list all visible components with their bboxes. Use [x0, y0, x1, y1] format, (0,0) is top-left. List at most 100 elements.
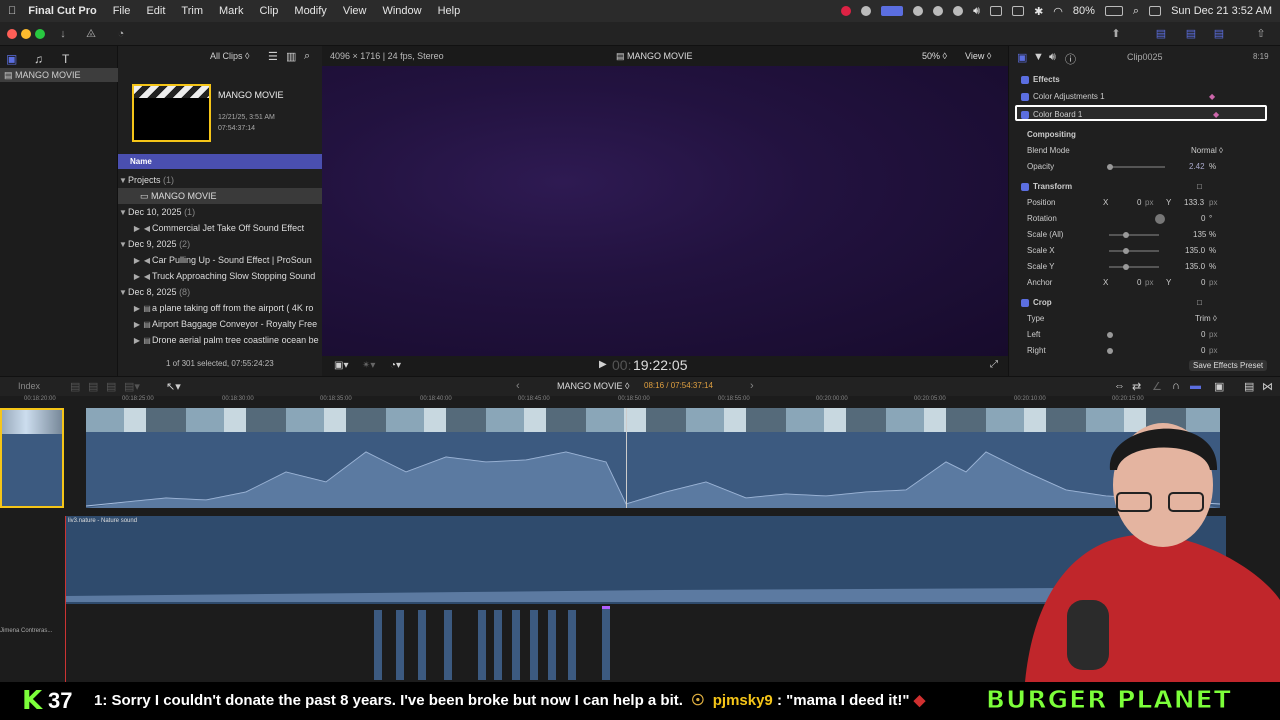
insert-clip-icon[interactable]: ▤ [88, 380, 98, 393]
save-effects-preset-button[interactable]: Save Effects Preset [1189, 360, 1268, 371]
disclosure-icon[interactable]: ▶ [132, 221, 142, 236]
snapping-icon[interactable]: ⇄ [1132, 380, 1141, 393]
crop-right-knob[interactable] [1107, 348, 1113, 354]
select-tool-icon[interactable]: ↖▾ [166, 380, 181, 393]
minimize-window-button[interactable] [21, 29, 31, 39]
list-item[interactable]: ▶ ▤Airport Baggage Conveyor - Royalty Fre… [118, 316, 322, 332]
layout-browser-icon[interactable]: ▤ [1150, 26, 1172, 42]
speed-icon[interactable]: ◔▾ [390, 360, 401, 371]
sfx-clip[interactable] [444, 610, 452, 680]
effect-color-board[interactable]: Color Board 1 ◆ [1015, 105, 1267, 121]
disclosure-icon[interactable]: ▼ [118, 237, 128, 252]
crop-left-value[interactable]: 0 [1201, 327, 1205, 343]
blend-mode-dropdown[interactable]: Normal ◊ [1191, 143, 1223, 159]
effects-checkbox[interactable] [1021, 75, 1029, 84]
transitions-icon[interactable]: ⋈ [1262, 380, 1273, 393]
clock[interactable]: Sun Dec 21 3:52 AM [1171, 5, 1272, 17]
group-dec8[interactable]: ▼Dec 8, 2025 (8) [118, 284, 322, 300]
battery-label[interactable]: 80% [1073, 5, 1095, 17]
scale-all-knob[interactable] [1123, 232, 1129, 238]
scale-all-value[interactable]: 135 [1193, 227, 1206, 243]
disclosure-icon[interactable]: ▼ [118, 205, 128, 220]
search-icon[interactable]: ⌕ [304, 50, 310, 63]
rotation-dial[interactable] [1155, 214, 1165, 224]
menu-clip[interactable]: Clip [251, 5, 286, 17]
timecode-display[interactable]: 19:22:05 [633, 357, 688, 373]
search-icon[interactable]: ⌕ [1133, 5, 1139, 18]
keyword-icon[interactable]: ⨻ [80, 26, 102, 42]
disclosure-icon[interactable]: ▶ [132, 333, 142, 348]
list-item[interactable]: ▶ ◀ Truck Approaching Slow Stopping Sound [118, 268, 322, 284]
control-center-icon[interactable] [1149, 6, 1162, 16]
layout-timeline-icon[interactable]: ▤ [1180, 26, 1202, 42]
sfx-clip[interactable] [530, 610, 538, 680]
library-item[interactable]: ▤ MANGO MOVIE [0, 68, 118, 82]
video-inspector-icon[interactable]: ▣ [1017, 51, 1027, 64]
append-clip-icon[interactable]: ▤ [106, 380, 116, 393]
opacity-slider[interactable] [1109, 166, 1165, 168]
disclosure-icon[interactable]: ▶ [132, 269, 142, 284]
list-item[interactable]: ▶ ◀ Car Pulling Up - Sound Effect | ProSou… [118, 252, 322, 268]
bluetooth-icon[interactable]: ✱ [1034, 5, 1043, 18]
audio-skimming-icon[interactable]: ∩ [1172, 380, 1180, 392]
menu-trim[interactable]: Trim [173, 5, 211, 17]
titles-tab-icon[interactable]: T [62, 52, 69, 66]
sfx-clip[interactable] [494, 610, 502, 680]
crop-section[interactable]: Crop □ [1009, 295, 1280, 311]
play-status-icon[interactable] [953, 6, 964, 16]
magic-wand-icon[interactable]: ✴▾ [362, 360, 375, 371]
opacity-value[interactable]: 2.42 [1189, 159, 1205, 175]
disclosure-icon[interactable]: ▶ [132, 301, 142, 316]
sfx-clip[interactable] [374, 610, 382, 680]
status-icon-4[interactable] [933, 6, 944, 16]
view-dropdown[interactable]: View ◊ [965, 51, 991, 61]
transform-onscreen-icon[interactable]: □ [1197, 179, 1202, 195]
effects-browser-icon[interactable]: ▤ [1244, 380, 1254, 393]
status-icon-1[interactable] [841, 6, 852, 16]
crop-type-dropdown[interactable]: Trim ◊ [1195, 311, 1217, 327]
zoom-window-button[interactable] [35, 29, 45, 39]
list-view-icon[interactable]: ☰ [268, 50, 278, 63]
scale-all-slider[interactable] [1109, 234, 1159, 236]
zoom-dropdown[interactable]: 50% ◊ [922, 51, 947, 61]
menu-file[interactable]: File [105, 5, 139, 17]
solo-icon[interactable]: ▬ [1190, 380, 1201, 392]
status-icon-3[interactable] [913, 6, 924, 16]
background-tasks-icon[interactable]: ◔ [110, 26, 132, 42]
scale-y-slider[interactable] [1109, 266, 1159, 268]
disclosure-icon[interactable]: ▶ [132, 253, 142, 268]
opacity-knob[interactable] [1107, 164, 1113, 170]
audio-inspector-icon[interactable]: 🔊︎ [1049, 51, 1056, 64]
anchor-x-value[interactable]: 0 [1137, 275, 1141, 291]
forward-arrow-icon[interactable]: › [750, 380, 754, 392]
clip-filter-dropdown[interactable]: All Clips ◊ [210, 51, 249, 61]
back-arrow-icon[interactable]: ‹ [516, 380, 520, 392]
sfx-clip[interactable] [568, 610, 576, 680]
index-button[interactable]: Index [18, 381, 40, 391]
selected-clip[interactable] [0, 408, 64, 508]
group-projects[interactable]: ▼Projects (1) [118, 172, 322, 188]
color-inspector-icon[interactable]: ▼ [1033, 51, 1044, 63]
scale-y-knob[interactable] [1123, 264, 1129, 270]
transform-tool-icon[interactable]: ▣▾ [334, 360, 348, 371]
display-icon[interactable] [990, 6, 1003, 16]
disclosure-icon[interactable]: ▼ [118, 285, 128, 300]
scale-y-value[interactable]: 135.0 [1185, 259, 1205, 275]
list-item[interactable]: ▭ MANGO MOVIE [118, 188, 322, 204]
rotation-value[interactable]: 0 [1201, 211, 1205, 227]
connect-clip-icon[interactable]: ▤ [70, 380, 80, 393]
menu-window[interactable]: Window [374, 5, 429, 17]
close-window-button[interactable] [7, 29, 17, 39]
list-item[interactable]: ▶ ◀ Commercial Jet Take Off Sound Effect [118, 220, 322, 236]
position-x-value[interactable]: 0 [1137, 195, 1141, 211]
menu-mark[interactable]: Mark [211, 5, 251, 17]
sfx-clip[interactable] [478, 610, 486, 680]
import-icon[interactable]: ↓ [52, 26, 74, 42]
status-icon-2[interactable] [861, 6, 872, 16]
group-dec10[interactable]: ▼Dec 10, 2025 (1) [118, 204, 322, 220]
compositing-section[interactable]: Compositing [1009, 127, 1280, 143]
name-column-header[interactable]: Name [118, 154, 322, 169]
play-button[interactable]: ▶ [599, 359, 607, 370]
color-wheel-icon[interactable]: ◆ [1209, 89, 1215, 105]
zoom-to-fit-icon[interactable]: ⇔ [1114, 380, 1125, 392]
